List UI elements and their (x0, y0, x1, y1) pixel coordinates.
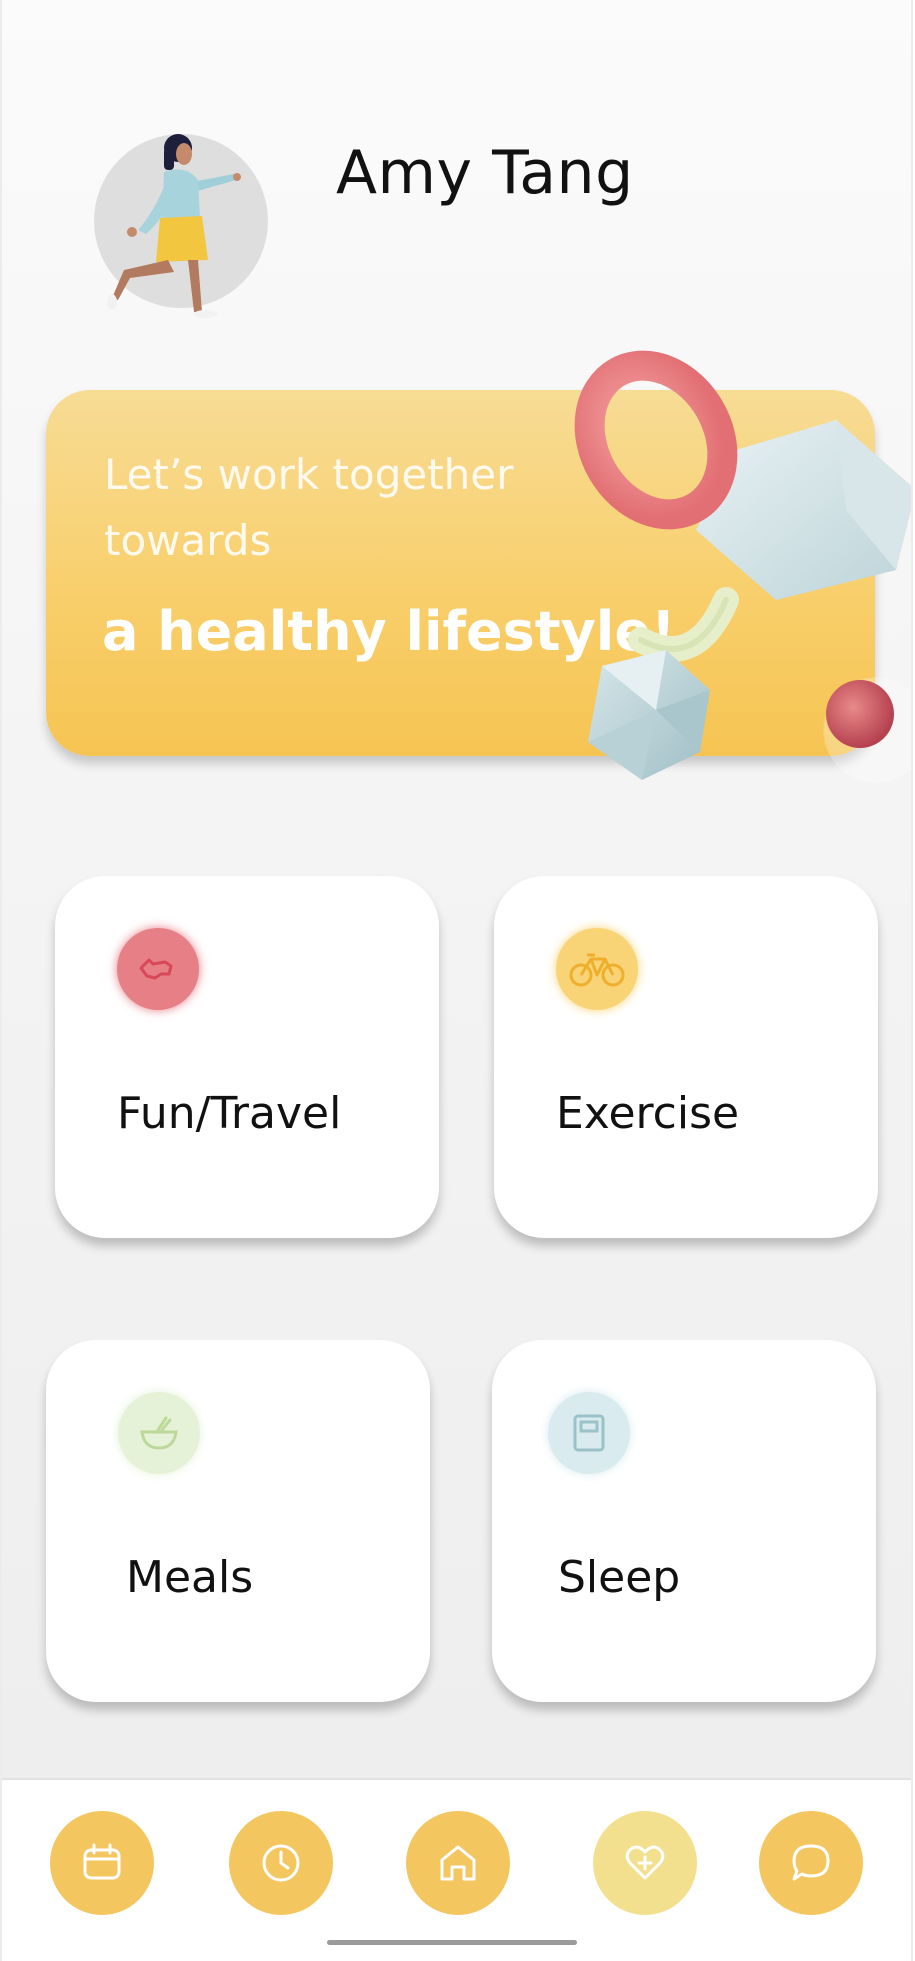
bicycle-icon (556, 928, 638, 1010)
home-indicator[interactable] (327, 1940, 577, 1945)
3d-shapes-illustration (574, 350, 911, 783)
category-card-exercise[interactable]: Exercise (494, 876, 878, 1238)
home-icon (440, 1845, 476, 1881)
airplane-icon (117, 928, 199, 1010)
card-label-sleep: Sleep (558, 1552, 681, 1603)
app-screen: Amy Tang Let’s work together towards a h… (0, 0, 913, 1961)
bowl-icon (118, 1392, 200, 1474)
walking-woman-illustration (107, 134, 241, 318)
banner-subtitle: Let’s work together towards (104, 450, 514, 565)
motivation-banner: Let’s work together towards a healthy li… (46, 350, 911, 783)
nav-calendar-button[interactable] (50, 1811, 154, 1915)
nav-clock-button[interactable] (229, 1811, 333, 1915)
nav-chat-button[interactable] (759, 1811, 863, 1915)
clock-icon (262, 1844, 300, 1882)
nav-health-button[interactable] (593, 1811, 697, 1915)
avatar[interactable] (94, 134, 268, 318)
nav-home-button[interactable] (406, 1811, 510, 1915)
card-label-meals: Meals (126, 1552, 254, 1603)
heart-plus-icon (625, 1845, 665, 1880)
category-card-fun-travel[interactable]: Fun/Travel (55, 876, 439, 1238)
category-card-meals[interactable]: Meals (46, 1340, 430, 1702)
card-label-fun-travel: Fun/Travel (117, 1088, 342, 1139)
chat-icon (792, 1844, 830, 1881)
category-card-sleep[interactable]: Sleep (492, 1340, 876, 1702)
user-name: Amy Tang (336, 138, 634, 208)
calendar-icon (83, 1843, 121, 1880)
book-icon (548, 1392, 630, 1474)
card-label-exercise: Exercise (556, 1088, 740, 1139)
